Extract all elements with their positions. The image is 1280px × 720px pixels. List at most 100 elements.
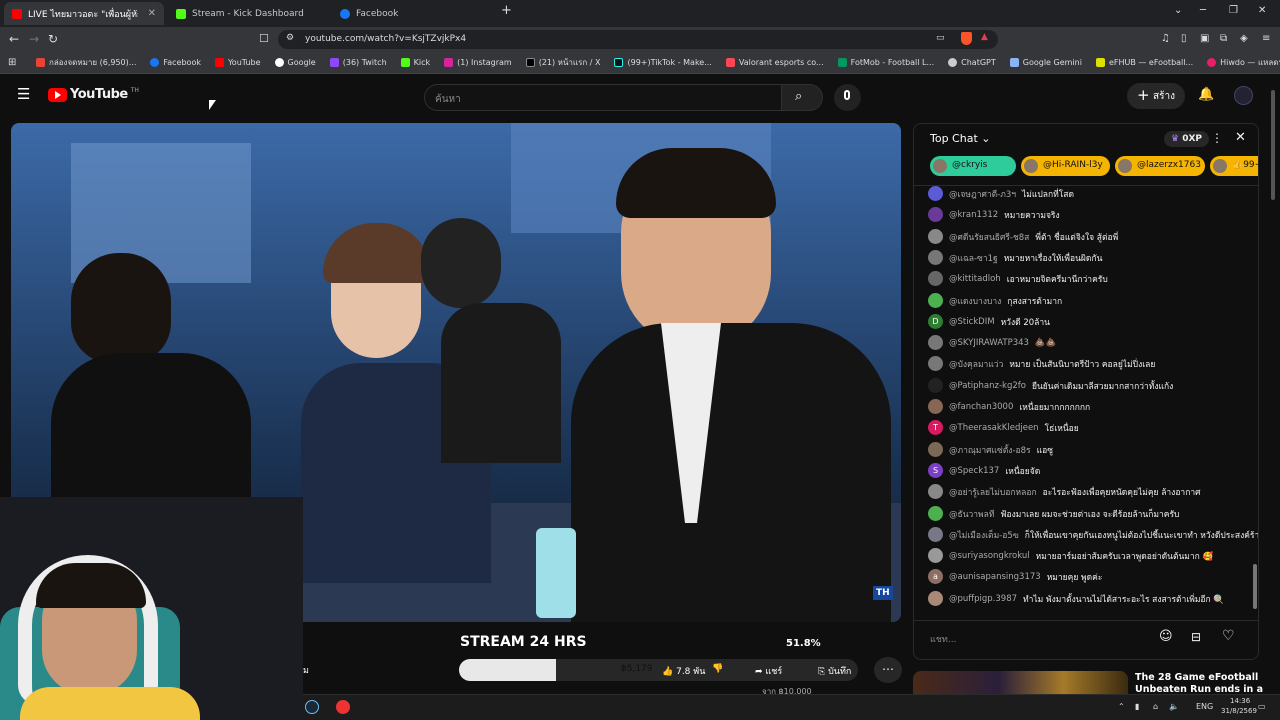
chat-author[interactable]: @SKYJIRAWATP343 [949,338,1029,348]
chat-author[interactable]: @suriyasongkrokul [949,551,1030,561]
bookmark-x[interactable]: (21) หน้าแรก / X [525,56,600,69]
tab-search-icon[interactable]: ⌄ [1174,5,1182,16]
avatar[interactable] [928,250,943,265]
chat-author[interactable]: @TheerasakKledjeen [949,423,1039,433]
avatar[interactable] [928,548,943,563]
heart-icon[interactable]: ♡ [1222,628,1235,644]
chat-author[interactable]: @Speck137 [949,466,999,476]
clock-date[interactable]: 31/8/2569 [1221,707,1257,715]
chat-author[interactable]: @Patiphanz-kg2fo [949,381,1026,391]
vpn-icon[interactable]: ◈ [1240,33,1248,44]
avatar[interactable] [928,186,943,201]
like-button[interactable]: 👍 7.8 พัน [662,664,705,678]
site-info-icon[interactable]: ⚙ [286,33,294,43]
save-button[interactable]: ⎘ บันทึก [818,664,851,678]
apps-grid-icon[interactable]: ⊞ [8,57,16,68]
chat-author[interactable]: @puffpigp.3987 [949,594,1017,604]
avatar[interactable]: a [928,569,943,584]
reload-button[interactable]: ↻ [48,32,58,46]
chat-mode-dropdown[interactable]: Top Chat ⌄ [930,132,990,145]
rewards-icon[interactable]: ▲ [981,32,988,42]
recommended-video-title[interactable]: The 28 Game eFootball Unbeaten Run ends … [1135,672,1265,696]
new-tab-button[interactable]: + [501,3,512,18]
close-tab-icon[interactable]: ✕ [148,8,156,19]
avatar[interactable] [928,229,943,244]
restore-button[interactable]: ❐ [1229,5,1238,16]
bookmark-google[interactable]: Google [274,58,316,67]
avatar[interactable] [928,378,943,393]
tray-chevron-icon[interactable]: ⌃ [1118,702,1125,711]
chat-author[interactable]: @ศดีนรัยสนธิศรี-ช8ส [949,230,1029,244]
bookmark-kick[interactable]: Kick [400,58,430,67]
avatar[interactable] [928,484,943,499]
bookmark-icon[interactable]: ☐ [259,32,269,45]
chat-author[interactable]: @อย่ารู้เลยไม่บอกหลอก [949,485,1037,499]
avatar[interactable] [928,335,943,350]
url-field[interactable]: ⚙ youtube.com/watch?v=KsjTZvjkPx4 ▭ ▲ [278,30,998,49]
super-chat-icon[interactable]: ⊟ [1191,630,1201,644]
youtube-logo[interactable]: YouTube TH [48,87,139,102]
wallet-icon[interactable]: ▣ [1200,33,1209,44]
extensions-icon[interactable]: ⧉ [1220,33,1227,44]
tray-app-icon[interactable]: ▮ [1135,702,1139,711]
chat-scrollbar[interactable] [1253,564,1257,609]
bookmark-facebook[interactable]: Facebook [150,58,201,67]
sidebar-icon[interactable]: ▯ [1181,33,1187,44]
bookmark-fotmob[interactable]: FotMob - Football L... [837,58,934,67]
chat-author[interactable]: @บังคุลมาแว่ว [949,357,1003,371]
tab-youtube-live[interactable]: LIVE ไทยมาวอดะ "เพื่อนผู้หักเ ✕ [4,2,164,25]
cast-icon[interactable]: ▭ [936,33,945,43]
pinned-user-chip[interactable]: 👍99+ [1210,156,1258,176]
chat-author[interactable]: @StickDIM [949,317,995,327]
avatar[interactable] [928,356,943,371]
forward-button[interactable]: → [29,32,39,46]
app-icon[interactable] [336,700,350,714]
chat-author[interactable]: @ธันวาพลที [949,507,994,521]
avatar[interactable] [928,442,943,457]
avatar[interactable] [928,293,943,308]
chat-author[interactable]: @ไม่เมืองเต็ม-อ5ฃ [949,528,1019,542]
bookmark-hiwdo[interactable]: Hiwdo — แหลดฟ้อนั... [1207,56,1280,69]
bookmark-efhub[interactable]: eFHUB — eFootball... [1095,58,1193,67]
clock-time[interactable]: 14:36 [1230,697,1250,705]
chat-input[interactable]: แชท... [930,632,956,646]
brave-shield-icon[interactable] [961,32,972,45]
search-input[interactable]: ค้นหา [424,84,782,111]
search-button[interactable]: ⌕ [781,84,823,111]
back-button[interactable]: ← [9,32,19,46]
emoji-icon[interactable]: ☺ [1159,629,1173,644]
pinned-user-chip[interactable]: @Hi-RAIN-l3y [1021,156,1110,176]
menu-icon[interactable]: ≡ [1262,33,1270,44]
steam-icon[interactable] [305,700,319,714]
subscribe-partial[interactable]: ม [303,663,309,677]
tab-facebook[interactable]: Facebook [332,2,492,25]
minimize-button[interactable]: ─ [1200,5,1206,16]
page-scrollbar[interactable] [1271,90,1275,200]
network-icon[interactable]: ⌂ [1153,702,1158,711]
create-button[interactable]: + สร้าง [1127,83,1185,109]
chat-author[interactable]: @แดงบางบาง [949,294,1001,308]
avatar[interactable] [928,271,943,286]
voice-search-button[interactable] [834,84,861,111]
bookmark-gemini[interactable]: Google Gemini [1009,58,1082,67]
notifications-bell-icon[interactable]: 🔔 [1198,87,1214,102]
chat-more-icon[interactable]: ⋮ [1211,131,1223,145]
bookmark-gmail[interactable]: กล่องจดหมาย (6,950)... [36,56,136,69]
avatar[interactable]: S [928,463,943,478]
more-options-button[interactable]: ⋯ [874,657,902,683]
bookmark-tiktok[interactable]: (99+)TikTok - Make... [614,58,712,67]
xp-badge[interactable]: ♛ 0XP [1164,131,1210,147]
chat-author[interactable]: @fanchan3000 [949,402,1013,412]
pinned-user-chip[interactable]: @lazerzx1763 [1115,156,1205,176]
volume-icon[interactable]: 🔈 [1169,702,1179,711]
chat-author[interactable]: @ภาณุมาศแซ่ตั้ง-อ8ร [949,443,1031,457]
music-icon[interactable]: ♫ [1161,33,1170,44]
bookmark-youtube[interactable]: YouTube [214,58,261,67]
chat-author[interactable]: @เจษฎาศาตี-ภ3ฯ [949,187,1016,201]
language-indicator[interactable]: ENG [1196,702,1213,711]
chat-author[interactable]: @kran1312 [949,210,998,220]
hamburger-menu-icon[interactable]: ☰ [17,85,30,103]
chat-close-icon[interactable]: ✕ [1235,130,1246,145]
avatar[interactable] [928,207,943,222]
avatar[interactable] [928,506,943,521]
